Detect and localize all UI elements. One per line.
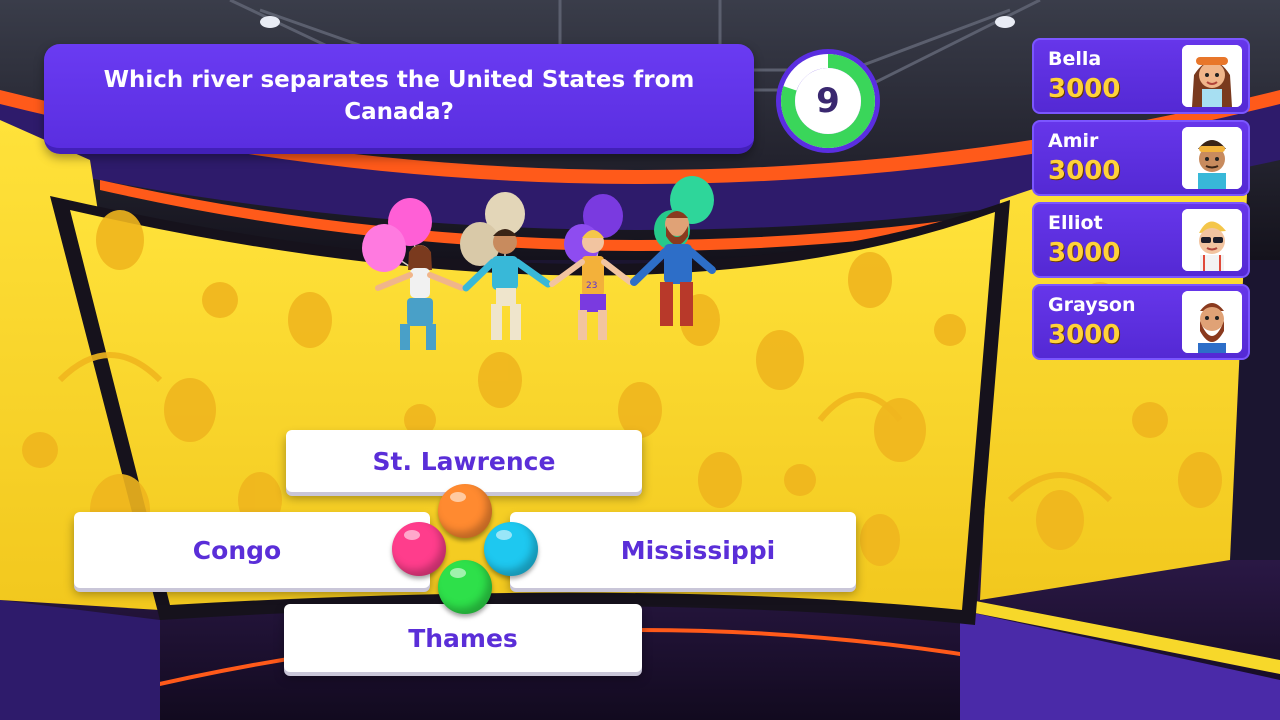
woman-with-goggles-avatar-icon	[1182, 45, 1242, 107]
answer-label: Thames	[408, 623, 518, 653]
answer-label: Congo	[192, 535, 282, 565]
blond-man-with-sunglasses-avatar-icon	[1182, 209, 1242, 271]
green-button-icon[interactable]	[438, 560, 492, 614]
orange-button-icon[interactable]	[438, 484, 492, 538]
player-name: Amir	[1048, 130, 1099, 152]
player-score: 3000	[1048, 238, 1121, 268]
answer-button-top[interactable]: St. Lawrence	[286, 430, 642, 492]
answer-button-left[interactable]: Congo	[74, 512, 430, 588]
pink-button-icon[interactable]	[392, 522, 446, 576]
player-name: Elliot	[1048, 212, 1103, 234]
player-card-grayson: Grayson 3000	[1032, 284, 1250, 360]
answer-label: Mississippi	[620, 535, 776, 565]
question-text: Which river separates the United States …	[103, 67, 695, 125]
player-score: 3000	[1048, 74, 1121, 104]
player-card-bella: Bella 3000	[1032, 38, 1250, 114]
answer-label: St. Lawrence	[372, 446, 556, 476]
player-name: Bella	[1048, 48, 1102, 70]
man-with-sunglasses-on-head-avatar-icon	[1182, 127, 1242, 189]
ceiling-light	[995, 16, 1015, 28]
player-score: 3000	[1048, 156, 1121, 186]
answer-button-bottom[interactable]: Thames	[284, 604, 642, 672]
scoreboard: Bella 3000 Amir 3000 Elliot 3000 Grayson…	[1032, 38, 1252, 366]
cyan-button-icon[interactable]	[484, 522, 538, 576]
svg-text:23: 23	[586, 281, 597, 291]
question-panel: Which river separates the United States …	[44, 44, 754, 154]
countdown-timer: 9	[773, 46, 883, 156]
answer-button-right[interactable]: Mississippi	[510, 512, 856, 588]
ceiling-light	[260, 16, 280, 28]
bearded-man-avatar-icon	[1182, 291, 1242, 353]
player-score: 3000	[1048, 320, 1121, 350]
floor-left-band	[0, 600, 160, 720]
player-card-amir: Amir 3000	[1032, 120, 1250, 196]
player-card-elliot: Elliot 3000	[1032, 202, 1250, 278]
timer-seconds: 9	[816, 81, 840, 121]
player-name: Grayson	[1048, 294, 1136, 316]
